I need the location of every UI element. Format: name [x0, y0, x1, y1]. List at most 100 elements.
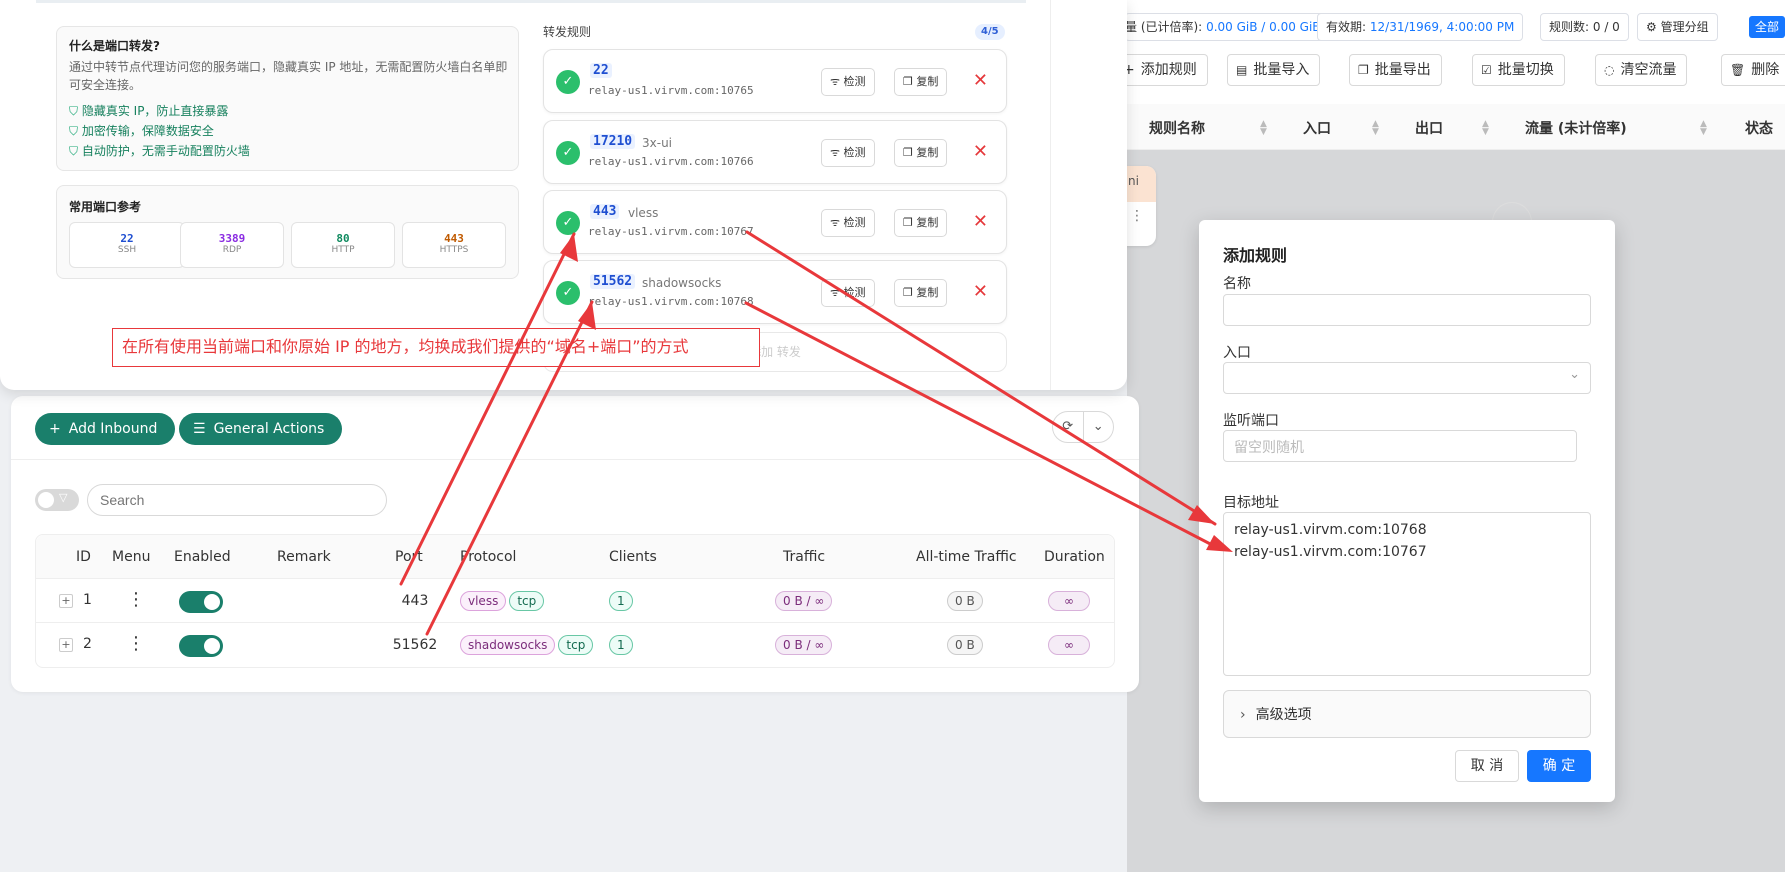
faq-title: 什么是端口转发? [69, 39, 160, 53]
clients-badge[interactable]: 1 [609, 635, 636, 655]
row-divider [36, 622, 1114, 623]
traffic-stat: 量 (已计倍率): 0.00 GiB / 0.00 GiB [1125, 13, 1330, 41]
filter-icon: ▽ [59, 491, 68, 504]
wifi-icon: ᯤ [830, 146, 841, 159]
port-card-ssh[interactable]: 22 SSH [69, 222, 185, 268]
filter-toggle[interactable]: ▽ [35, 489, 79, 511]
wifi-icon: ᯤ [830, 216, 841, 229]
protocol-tag: shadowsocks [460, 635, 556, 655]
check-button[interactable]: ᯤ 检测 [821, 139, 875, 167]
expand-icon[interactable]: + [59, 594, 73, 608]
port-card-rdp[interactable]: 3389 RDP [180, 222, 284, 268]
search-input[interactable] [87, 484, 387, 516]
col-status[interactable]: 状态 [1745, 118, 1773, 138]
enabled-toggle[interactable] [179, 635, 223, 657]
copy-icon: ❐ [903, 286, 913, 299]
sort-icon[interactable]: ▲ ▼ [1372, 120, 1379, 137]
entry-select[interactable]: ⌄ [1223, 362, 1591, 394]
add-inbound-button[interactable]: + Add Inbound [35, 413, 176, 445]
col-remark: Remark [277, 549, 331, 565]
check-icon: ✓ [556, 211, 580, 235]
check-button[interactable]: ᯤ 检测 [821, 279, 875, 307]
batch-switch-button[interactable]: ☑ 批量切换 [1472, 54, 1565, 86]
protocol-tags: shadowsocks tcp [460, 635, 596, 655]
rule-port: 22 [590, 63, 612, 78]
col-rule-name[interactable]: 规则名称 [1149, 118, 1205, 138]
sort-icon[interactable]: ▲ ▼ [1700, 120, 1707, 137]
transport-tag: tcp [558, 635, 594, 655]
delete-icon[interactable]: ✕ [973, 141, 988, 163]
rule-card: ✓ 51562 shadowsocks relay-us1.virvm.com:… [543, 260, 1007, 324]
advanced-options-collapse[interactable]: › 高级选项 [1223, 690, 1591, 738]
row-id: 1 [83, 592, 92, 608]
clients-badge[interactable]: 1 [609, 591, 636, 611]
sort-icon[interactable]: ▲ ▼ [1260, 120, 1267, 137]
copy-icon: ❐ [903, 146, 913, 159]
row-menu-icon[interactable]: ⋮ [127, 589, 145, 610]
copy-button[interactable]: ❐ 复制 [894, 279, 948, 307]
expand-icon[interactable]: + [59, 638, 73, 652]
all-filter-button[interactable]: 全部 [1749, 16, 1785, 38]
delete-icon[interactable]: ✕ [973, 281, 988, 303]
copy-button[interactable]: ❐ 复制 [894, 68, 948, 96]
duration-badge: ∞ [1048, 591, 1093, 611]
add-rule-button[interactable]: + 添加规则 [1115, 54, 1208, 86]
delete-icon[interactable]: ✕ [973, 70, 988, 92]
target-textarea[interactable]: relay-us1.virvm.com:10768 relay-us1.virv… [1223, 512, 1591, 676]
rule-name: 3x-ui [642, 136, 673, 150]
copy-button[interactable]: ❐ 复制 [894, 209, 948, 237]
manage-group-button[interactable]: ⚙ 管理分组 [1637, 13, 1718, 41]
batch-import-button[interactable]: ▤ 批量导入 [1227, 54, 1321, 86]
confirm-button[interactable]: 确 定 [1527, 750, 1591, 782]
row-menu-icon[interactable]: ⋮ [127, 633, 145, 654]
name-label: 名称 [1223, 276, 1251, 292]
protocol-tags: vless tcp [460, 591, 547, 611]
rule-address: relay-us1.virvm.com:10765 [588, 84, 754, 97]
col-enabled: Enabled [174, 549, 231, 565]
listen-port-input[interactable]: 留空则随机 [1223, 430, 1577, 462]
rule-address: relay-us1.virvm.com:10767 [588, 225, 754, 238]
rule-name: shadowsocks [642, 276, 722, 290]
delete-button[interactable]: 🗑 删除 [1721, 54, 1785, 86]
check-button[interactable]: ᯤ 检测 [821, 68, 875, 96]
entry-label: 入口 [1223, 345, 1251, 361]
benefit-item: ⛉ 自动防护，无需手动配置防火墙 [69, 144, 250, 158]
check-button[interactable]: ᯤ 检测 [821, 209, 875, 237]
port-card-http[interactable]: 80 HTTP [291, 222, 395, 268]
rule-port: 51562 [590, 274, 636, 289]
rule-card: ✓ 443 vless relay-us1.virvm.com:10767 ᯤ … [543, 190, 1007, 254]
col-id[interactable]: ID [76, 549, 91, 565]
refresh-icon[interactable]: ⟳ [1053, 412, 1084, 442]
delete-icon[interactable]: ✕ [973, 211, 988, 233]
enabled-toggle[interactable] [179, 591, 223, 613]
copy-icon: ❐ [903, 216, 913, 229]
col-exit[interactable]: 出口 [1415, 118, 1443, 138]
scroll-divider [1050, 0, 1051, 390]
chevron-down-icon[interactable]: ⌄ [1084, 412, 1114, 442]
general-actions-button[interactable]: ☰ General Actions [179, 413, 343, 445]
cancel-button[interactable]: 取 消 [1455, 750, 1519, 782]
duration-badge: ∞ [1048, 635, 1093, 655]
sort-icon[interactable]: ▲ ▼ [1482, 120, 1489, 137]
listen-port-label: 监听端口 [1223, 413, 1279, 429]
add-rule-dialog: 添加规则 名称 入口 ⌄ 监听端口 留空则随机 目标地址 relay-us1.v… [1199, 220, 1615, 802]
faq-desc: 通过中转节点代理访问您的服务端口，隐藏真实 IP 地址，无需配置防火墙白名单即可… [69, 60, 508, 92]
protocol-tag: vless [460, 591, 507, 611]
shield-check-icon: ⛉ [69, 124, 79, 138]
faq-box: 什么是端口转发? 通过中转节点代理访问您的服务端口，隐藏真实 IP 地址，无需配… [56, 26, 519, 171]
wifi-icon: ᯤ [830, 286, 841, 299]
batch-export-button[interactable]: ❐ 批量导出 [1349, 54, 1442, 86]
name-input[interactable] [1223, 294, 1591, 326]
clear-traffic-button[interactable]: ◌ 清空流量 [1595, 54, 1688, 86]
alltime-badge: 0 B [947, 635, 986, 655]
copy-icon: ❐ [903, 75, 913, 88]
rule-port: 443 [590, 204, 620, 219]
copy-button[interactable]: ❐ 复制 [894, 139, 948, 167]
col-traffic[interactable]: 流量 (未计倍率) [1525, 118, 1627, 138]
col-port: Port [395, 549, 423, 565]
inbounds-panel: +Add Inbound ☰General Actions ⟳ ⌄ ▽ ID M… [11, 396, 1139, 692]
port-card-https[interactable]: 443 HTTPS [402, 222, 506, 268]
check-icon: ✓ [556, 141, 580, 165]
col-entry[interactable]: 入口 [1303, 118, 1331, 138]
rule-table-header [1127, 104, 1785, 150]
